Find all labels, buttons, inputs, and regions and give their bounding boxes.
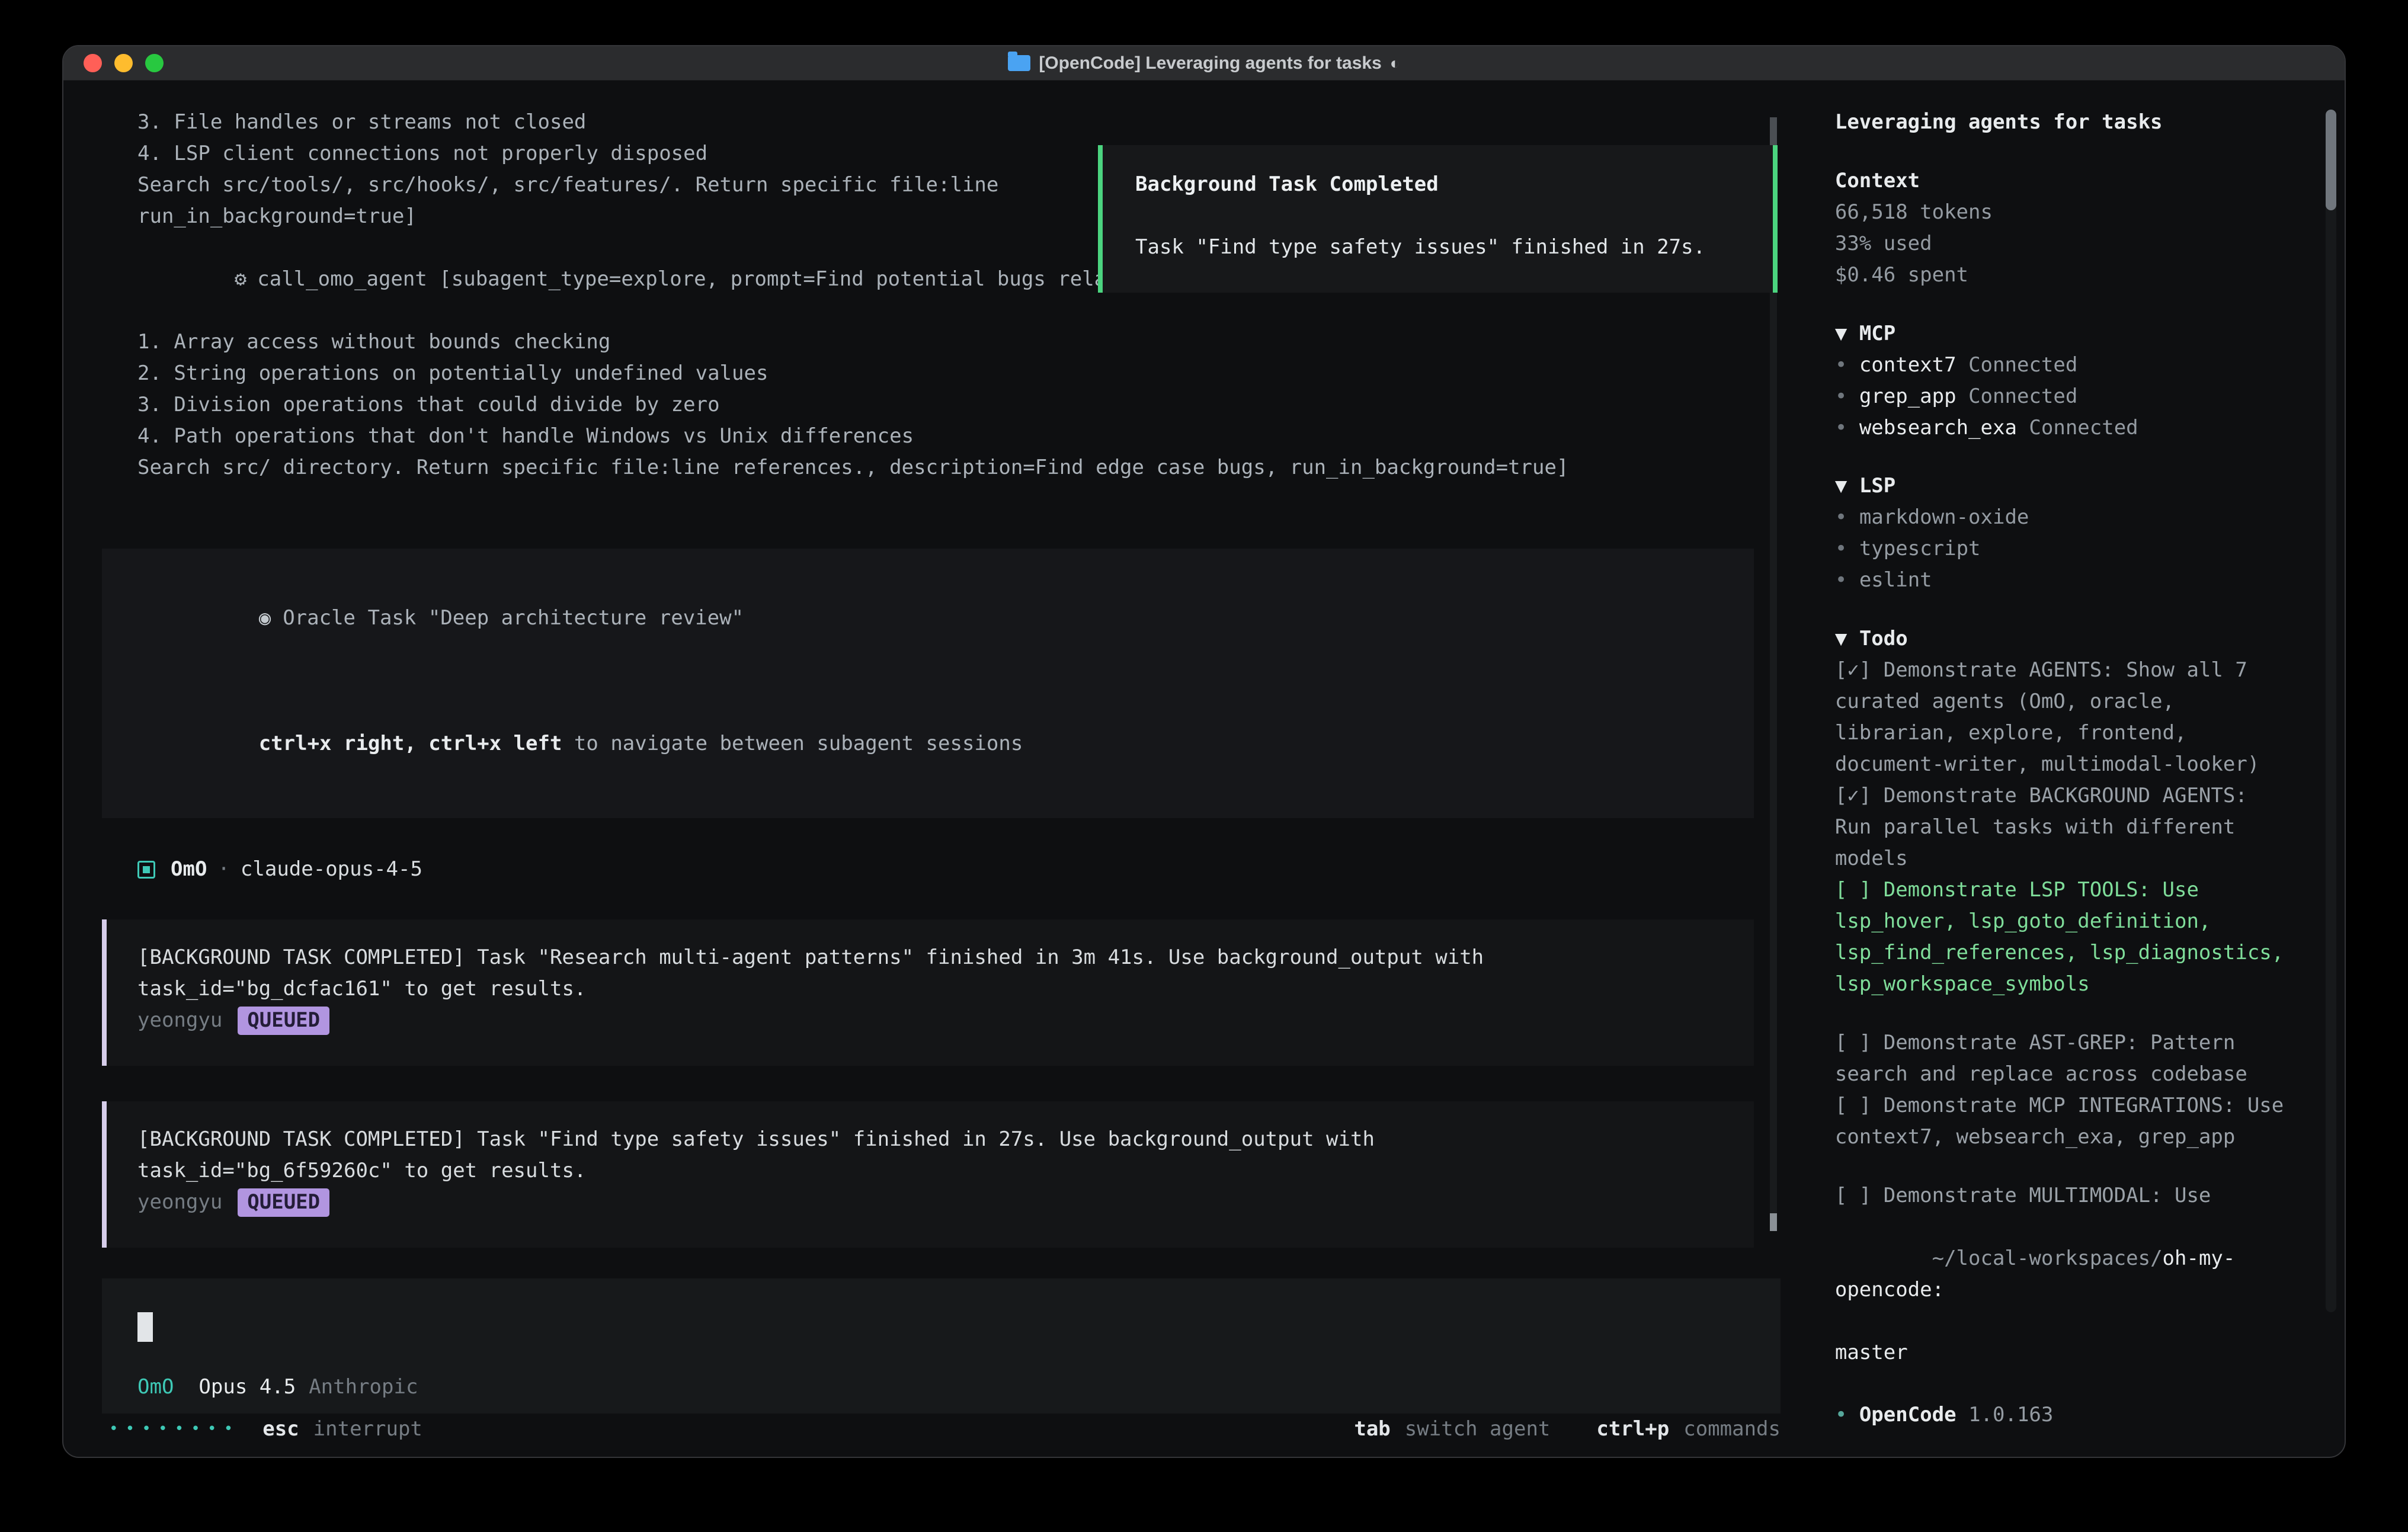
todo-item-pending: [ ] Demonstrate MCP INTEGRATIONS: Use co… <box>1835 1090 2292 1153</box>
lsp-item: • eslint <box>1835 565 2292 596</box>
clock-icon: ◐ <box>1390 47 1400 79</box>
git-branch: master <box>1835 1337 2292 1368</box>
mcp-item: • grep_app Connected <box>1835 381 2292 412</box>
message-meta: yeongyu QUEUED <box>137 1005 1718 1036</box>
mcp-item: • websearch_exa Connected <box>1835 412 2292 444</box>
gear-icon: ⚙ <box>235 267 246 291</box>
message-block: [BACKGROUND TASK COMPLETED] Task "Resear… <box>102 919 1754 1066</box>
minimize-button[interactable] <box>114 54 133 72</box>
queued-badge: QUEUED <box>238 1007 329 1035</box>
version-line: • OpenCode 1.0.163 <box>1835 1399 2292 1431</box>
sidebar-scrollbar-thumb[interactable] <box>2326 110 2336 210</box>
todo-item-pending: [ ] Demonstrate AST-GREP: Pattern search… <box>1835 1027 2292 1090</box>
oracle-task-box: ◉Oracle Task "Deep architecture review" … <box>102 549 1754 818</box>
esc-key-hint: esc <box>262 1414 299 1445</box>
message-meta: yeongyu QUEUED <box>137 1187 1718 1218</box>
notification-body: Task "Find type safety issues" finished … <box>1135 232 1740 263</box>
message-author: yeongyu <box>137 1187 222 1218</box>
bullet-icon: • <box>1835 505 1847 529</box>
context-tokens: 66,518 tokens <box>1835 197 2292 228</box>
message-line: task_id="bg_dcfac161" to get results. <box>137 973 1718 1005</box>
zoom-button[interactable] <box>145 54 164 72</box>
esc-key-label: interrupt <box>313 1414 422 1445</box>
traffic-lights <box>84 54 164 72</box>
status-bar: •••••••• esc interrupt tab switch agent … <box>102 1414 1781 1445</box>
folder-icon <box>1008 55 1030 71</box>
message-author: yeongyu <box>137 1005 222 1036</box>
agent-header: OmO · claude-opus-4-5 <box>102 854 1811 885</box>
opencode-window: [OpenCode] Leveraging agents for tasks ◐… <box>62 45 2346 1458</box>
terminal-line: 4. Path operations that don't handle Win… <box>102 421 1811 452</box>
bullet-icon: • <box>1835 537 1847 560</box>
agent-name: OmO <box>171 854 207 885</box>
prompt-input[interactable]: OmO Opus 4.5 Anthropic <box>102 1278 1781 1414</box>
todo-item-done: [✓] Demonstrate AGENTS: Show all 7 curat… <box>1835 655 2292 780</box>
terminal-line: 2. String operations on potentially unde… <box>102 358 1811 389</box>
scrollbar-position-indicator[interactable] <box>1770 1213 1777 1231</box>
terminal-line: 3. Division operations that could divide… <box>102 389 1811 421</box>
lsp-item: • typescript <box>1835 533 2292 565</box>
bullet-icon: • <box>1835 384 1847 408</box>
message-line: task_id="bg_6f59260c" to get results. <box>137 1155 1718 1187</box>
notification-title: Background Task Completed <box>1135 169 1740 200</box>
commands-key-hint: ctrl+p <box>1596 1414 1669 1445</box>
workspace-path: ~/local-workspaces/oh-my-opencode: <box>1835 1212 2292 1337</box>
todo-item-done: [✓] Demonstrate BACKGROUND AGENTS: Run p… <box>1835 780 2292 874</box>
bullet-icon: • <box>1835 1403 1847 1427</box>
terminal-main-pane: Background Task Completed Task "Find typ… <box>63 81 1811 1457</box>
sidebar-scrollbar[interactable] <box>2326 110 2336 1312</box>
chevron-down-icon: ▼ <box>1835 627 1847 650</box>
message-line: [BACKGROUND TASK COMPLETED] Task "Find t… <box>137 1124 1718 1155</box>
bullet-icon: • <box>1835 353 1847 377</box>
separator-dot: · <box>217 854 229 885</box>
background-task-notification: Background Task Completed Task "Find typ… <box>1098 145 1778 293</box>
titlebar[interactable]: [OpenCode] Leveraging agents for tasks ◐ <box>63 46 2345 81</box>
mcp-item: • context7 Connected <box>1835 350 2292 381</box>
tab-key-hint: tab <box>1354 1414 1390 1445</box>
chevron-down-icon: ▼ <box>1835 322 1847 345</box>
bullet-icon: • <box>1835 416 1847 440</box>
context-spent: $0.46 spent <box>1835 259 2292 291</box>
lsp-section-header[interactable]: ▼ LSP <box>1835 470 2292 502</box>
todo-item-pending: [ ] Demonstrate MULTIMODAL: Use <box>1835 1180 2292 1212</box>
todo-item-active: [ ] Demonstrate LSP TOOLS: Use lsp_hover… <box>1835 874 2292 1000</box>
agent-model: claude-opus-4-5 <box>241 854 422 885</box>
bullet-icon: • <box>1835 568 1847 592</box>
terminal-line: Search src/ directory. Return specific f… <box>102 452 1811 483</box>
message-line: [BACKGROUND TASK COMPLETED] Task "Resear… <box>137 942 1718 973</box>
close-button[interactable] <box>84 54 102 72</box>
lsp-item: • markdown-oxide <box>1835 502 2292 533</box>
provider-label: Anthropic <box>309 1375 418 1399</box>
terminal-line: 1. Array access without bounds checking <box>102 326 1811 358</box>
todo-section-header[interactable]: ▼ Todo <box>1835 623 2292 655</box>
active-model-label: Opus 4.5 <box>198 1375 296 1399</box>
spinner-dots: •••••••• <box>109 1414 240 1445</box>
terminal-line: 3. File handles or streams not closed <box>102 107 1811 138</box>
app-version: 1.0.163 <box>1968 1403 2053 1427</box>
navigation-hint: ctrl+x right, ctrl+x left to navigate be… <box>137 697 1718 791</box>
oracle-task-title: ◉Oracle Task "Deep architecture review" <box>137 571 1718 665</box>
text-cursor <box>137 1312 153 1342</box>
window-title-text: [OpenCode] Leveraging agents for tasks <box>1039 47 1381 79</box>
record-icon: ◉ <box>259 606 271 630</box>
agent-checkbox-icon <box>137 861 155 879</box>
commands-key-label: commands <box>1683 1414 1781 1445</box>
app-name: OpenCode <box>1859 1403 1956 1427</box>
context-header: Context <box>1835 165 2292 197</box>
input-line[interactable] <box>137 1310 1745 1342</box>
model-status-row: OmO Opus 4.5 Anthropic <box>137 1371 1745 1403</box>
window-title: [OpenCode] Leveraging agents for tasks ◐ <box>63 46 2345 80</box>
chevron-down-icon: ▼ <box>1835 474 1847 498</box>
context-used: 33% used <box>1835 228 2292 259</box>
queued-badge: QUEUED <box>238 1188 329 1217</box>
active-agent-label: OmO <box>137 1375 174 1399</box>
session-title: Leveraging agents for tasks <box>1835 107 2292 138</box>
mcp-section-header[interactable]: ▼ MCP <box>1835 318 2292 350</box>
message-block: [BACKGROUND TASK COMPLETED] Task "Find t… <box>102 1101 1754 1248</box>
sidebar: Leveraging agents for tasks Context 66,5… <box>1811 81 2345 1457</box>
tab-key-label: switch agent <box>1405 1414 1551 1445</box>
